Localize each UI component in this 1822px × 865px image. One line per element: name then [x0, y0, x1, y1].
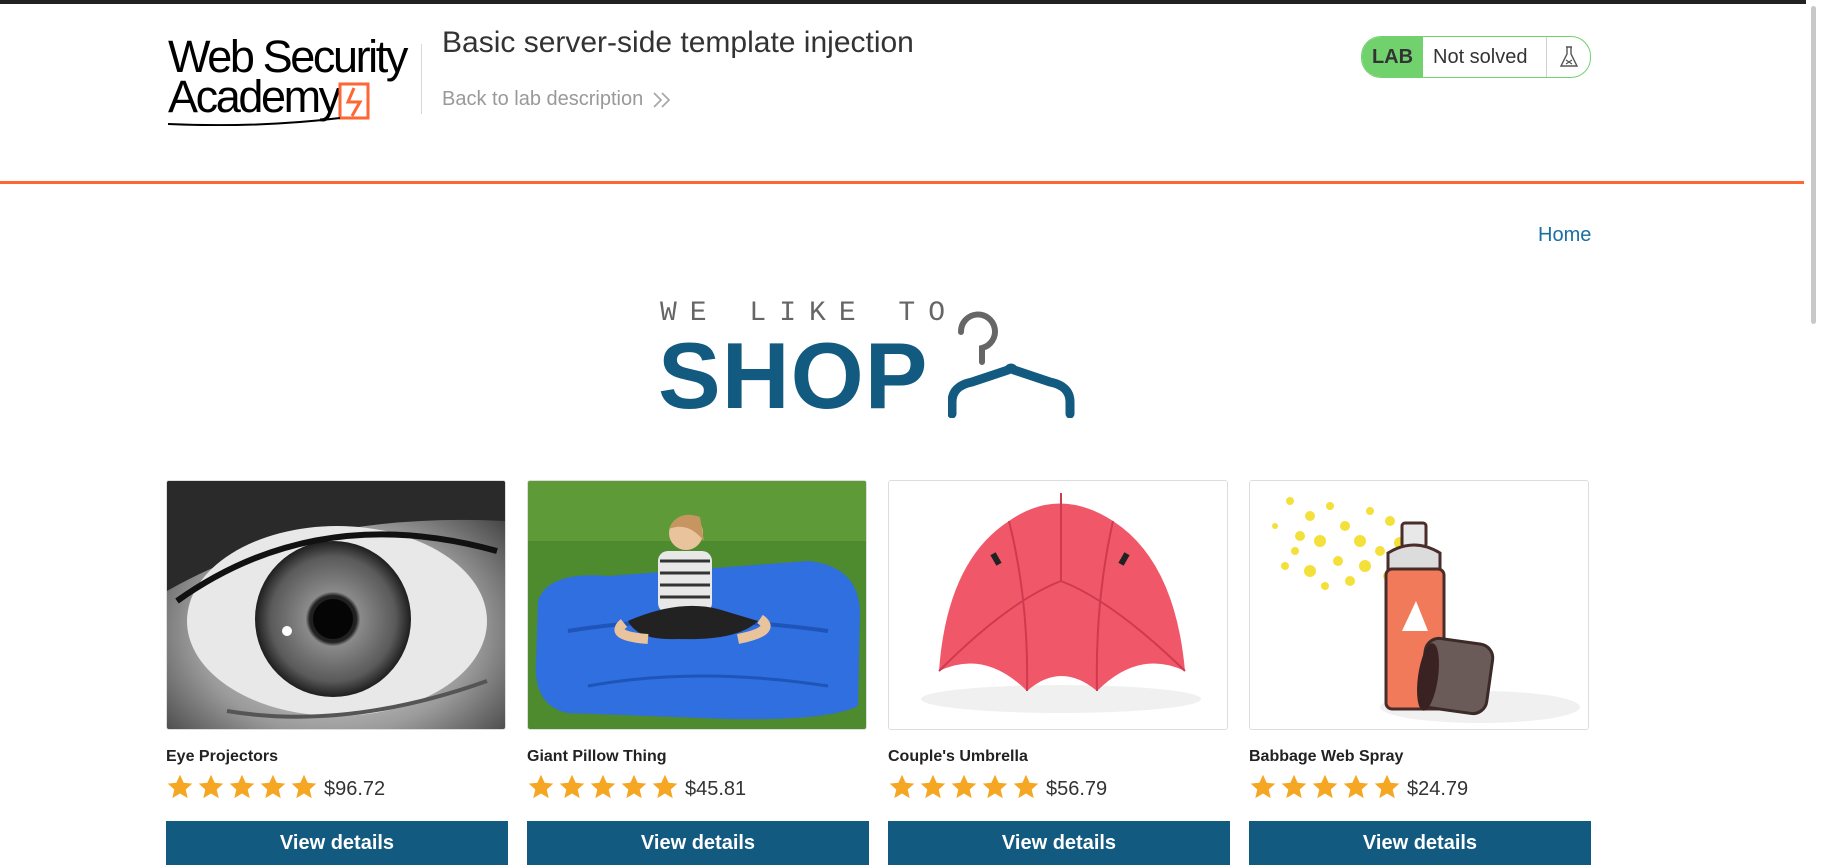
hero-title: SHOP	[658, 323, 929, 428]
star-icon	[291, 774, 317, 798]
star-icon	[590, 774, 616, 798]
logo-bolt-icon	[168, 82, 370, 126]
star-icon	[1281, 774, 1307, 798]
product-price: $96.72	[324, 778, 386, 800]
header-orange-rule	[0, 181, 1804, 184]
eye-closeup-image	[166, 480, 506, 730]
product-card: Giant Pillow Thing $45.81 View details	[527, 480, 869, 865]
star-icon	[167, 774, 193, 798]
star-icon	[198, 774, 224, 798]
lab-status-text: Not solved	[1433, 45, 1528, 68]
star-icon	[621, 774, 647, 798]
star-rating	[166, 773, 318, 801]
star-icon	[1013, 774, 1039, 798]
product-price: $45.81	[685, 778, 747, 800]
product-price: $56.79	[1046, 778, 1108, 800]
star-icon	[1374, 774, 1400, 798]
header-divider	[421, 44, 422, 114]
lab-status-widget: LAB Not solved	[1361, 36, 1591, 78]
product-name: Giant Pillow Thing	[527, 748, 667, 765]
giant-pillow-image	[527, 480, 867, 730]
flask-icon	[1546, 37, 1590, 77]
product-card: Eye Projectors $96.72 View details	[166, 480, 508, 865]
star-icon	[920, 774, 946, 798]
product-rating: $96.72	[166, 772, 385, 801]
star-icon	[229, 774, 255, 798]
product-price: $24.79	[1407, 778, 1469, 800]
star-icon	[260, 774, 286, 798]
hanger-icon	[948, 311, 1075, 418]
scrollbar-thumb[interactable]	[1811, 6, 1816, 324]
product-card: Babbage Web Spray $24.79 View details	[1249, 480, 1591, 865]
shop-hero-banner: WE LIKE TO SHOP	[658, 290, 1098, 426]
product-rating: $56.79	[888, 772, 1107, 801]
spray-can-image	[1249, 480, 1589, 730]
page-scrollbar[interactable]	[1806, 0, 1822, 865]
product-name: Babbage Web Spray	[1249, 748, 1404, 765]
back-to-lab-description-link[interactable]: Back to lab description	[442, 88, 673, 111]
product-name: Eye Projectors	[166, 748, 279, 765]
product-rating: $24.79	[1249, 772, 1468, 801]
lab-title: Basic server-side template injection	[442, 26, 914, 59]
star-icon	[1343, 774, 1369, 798]
star-rating	[1249, 773, 1401, 801]
back-link-label: Back to lab description	[442, 88, 644, 110]
star-icon	[951, 774, 977, 798]
lab-badge: LAB	[1362, 37, 1423, 77]
web-security-academy-logo[interactable]: Web Security Academy	[168, 32, 420, 126]
star-icon	[652, 774, 678, 798]
lab-header: Web Security Academy Basic server-side t…	[0, 4, 1806, 182]
star-icon	[1312, 774, 1338, 798]
home-link[interactable]: Home	[1538, 224, 1591, 247]
product-grid: Eye Projectors $96.72 View details Giant…	[166, 480, 1592, 865]
star-rating	[527, 773, 679, 801]
star-icon	[559, 774, 585, 798]
star-icon	[982, 774, 1008, 798]
double-chevron-right-icon	[653, 91, 671, 108]
star-icon	[889, 774, 915, 798]
view-details-button[interactable]: View details	[888, 821, 1230, 865]
view-details-button[interactable]: View details	[166, 821, 508, 865]
product-card: Couple's Umbrella $56.79 View details	[888, 480, 1230, 865]
view-details-button[interactable]: View details	[1249, 821, 1591, 865]
star-icon	[1250, 774, 1276, 798]
product-rating: $45.81	[527, 772, 746, 801]
view-details-button[interactable]: View details	[527, 821, 869, 865]
red-umbrella-image	[888, 480, 1228, 730]
star-icon	[528, 774, 554, 798]
product-name: Couple's Umbrella	[888, 748, 1028, 765]
star-rating	[888, 773, 1040, 801]
